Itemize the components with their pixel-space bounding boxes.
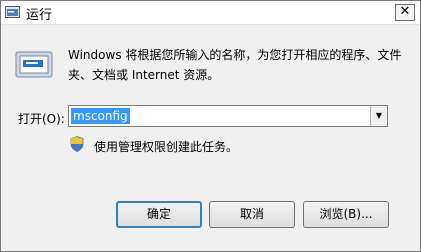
dropdown-button[interactable]: ▼ — [370, 106, 387, 126]
open-label: 打开(O): — [18, 112, 65, 126]
close-button[interactable]: ✕ — [395, 4, 415, 21]
run-icon — [15, 51, 53, 78]
shield-icon — [70, 136, 84, 152]
ok-button[interactable]: 确定 — [116, 201, 202, 228]
window-title: 运行 — [26, 8, 53, 23]
dialog-body: Windows 将根据您所输入的名称，为您打开相应的程序、文件夹、文档或 Int… — [1, 25, 420, 251]
admin-note: 使用管理权限创建此任务。 — [94, 140, 239, 154]
run-app-icon — [5, 6, 20, 18]
description-text: Windows 将根据您所输入的名称，为您打开相应的程序、文件夹、文档或 Int… — [68, 48, 402, 82]
cancel-button[interactable]: 取消 — [209, 201, 295, 228]
open-combobox[interactable]: msconfig ▼ — [68, 105, 388, 127]
run-dialog: 运行 ✕ Windows 将根据您所输入的名称，为您打开相应的程序、文件夹、文档… — [0, 0, 421, 252]
close-icon: ✕ — [399, 4, 411, 19]
browse-button[interactable]: 浏览(B)... — [303, 201, 389, 228]
chevron-down-icon: ▼ — [375, 111, 383, 120]
title-bar: 运行 ✕ — [1, 1, 420, 25]
open-input[interactable]: msconfig — [71, 108, 130, 124]
